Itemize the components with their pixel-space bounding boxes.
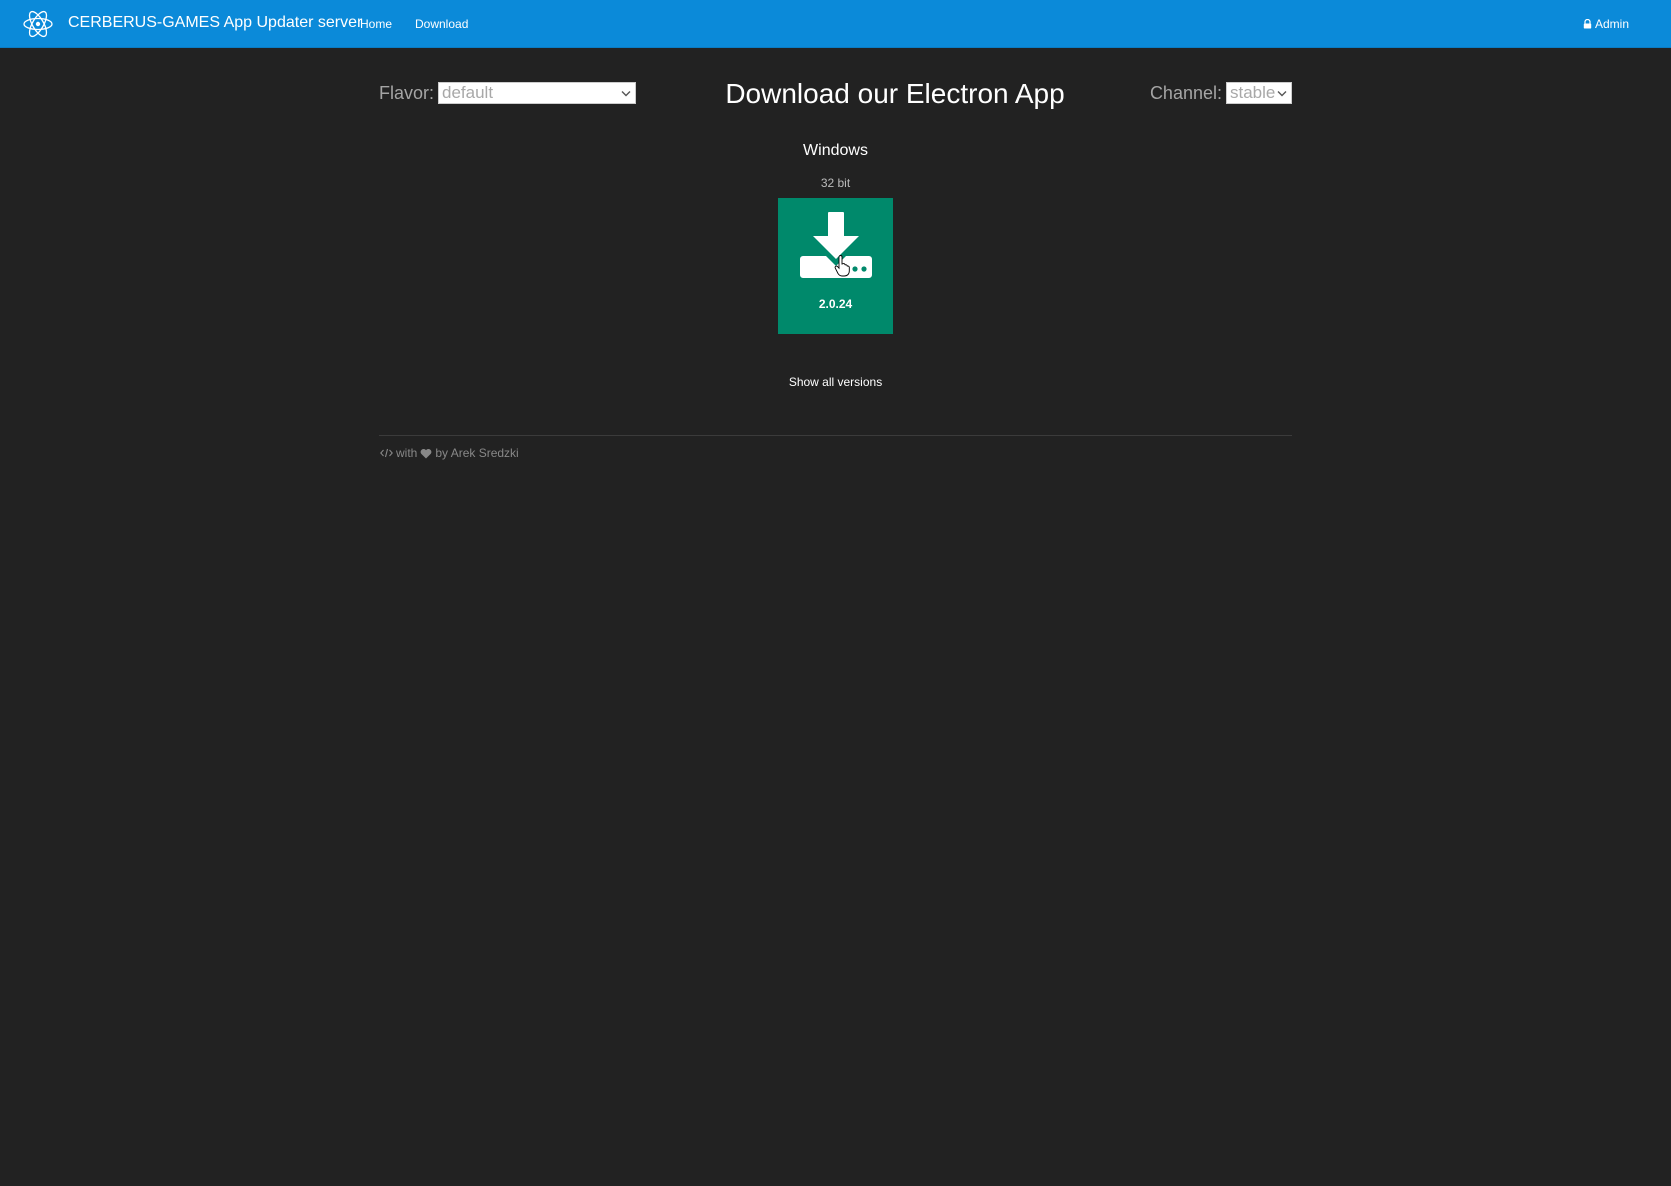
code-icon bbox=[380, 448, 393, 458]
channel-label: Channel: bbox=[1149, 82, 1222, 103]
version-label: 2.0.24 bbox=[818, 297, 853, 311]
show-all-versions-link[interactable]: Show all versions bbox=[0, 375, 1671, 389]
channel-select[interactable]: stable bbox=[1226, 82, 1292, 104]
top-navbar: CERBERUS-GAMES App Updater server Home D… bbox=[0, 0, 1671, 48]
brand-title[interactable]: CERBERUS-GAMES App Updater server bbox=[68, 14, 362, 32]
footer-credit: with by Arek Sredzki bbox=[380, 446, 519, 460]
heart-icon bbox=[420, 448, 432, 458]
nav-download-link[interactable]: Download bbox=[415, 17, 468, 31]
lock-icon bbox=[1583, 19, 1592, 29]
electron-atom-icon[interactable] bbox=[22, 7, 54, 41]
nav-home-link[interactable]: Home bbox=[360, 17, 392, 31]
footer-divider bbox=[379, 435, 1292, 436]
arch-label: 32 bit bbox=[820, 176, 851, 190]
admin-label: Admin bbox=[1594, 17, 1629, 31]
platform-heading: Windows bbox=[803, 142, 868, 159]
download-windows-32bit-button[interactable]: 2.0.24 bbox=[778, 198, 893, 334]
footer-author-text: by Arek Sredzki bbox=[435, 446, 519, 460]
channel-selected-value: stable bbox=[1230, 83, 1276, 102]
hand-pointer-cursor-icon bbox=[834, 255, 850, 277]
channel-control: Channel: stable bbox=[1150, 82, 1292, 104]
footer-with-text: with bbox=[396, 446, 418, 460]
chevron-down-icon bbox=[1277, 90, 1287, 96]
page-title: Download our Electron App bbox=[725, 78, 1065, 109]
admin-link[interactable]: Admin bbox=[1583, 17, 1629, 31]
